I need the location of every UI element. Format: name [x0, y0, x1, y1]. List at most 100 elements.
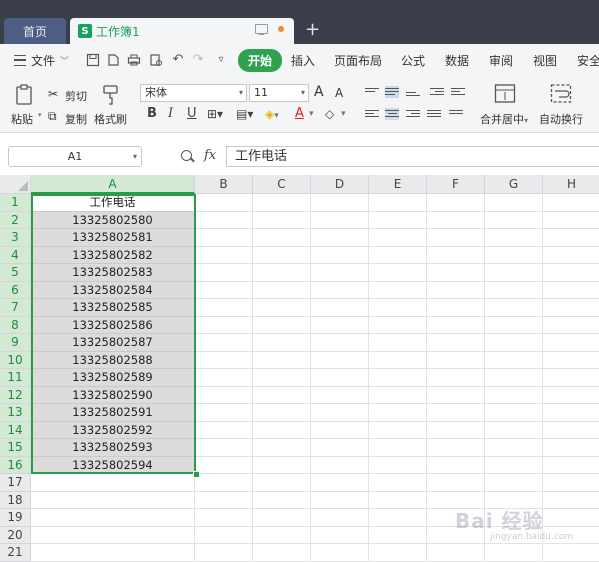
- cell-empty[interactable]: [369, 509, 427, 527]
- cell-empty[interactable]: [311, 526, 369, 544]
- cell-empty[interactable]: [195, 404, 253, 422]
- fx-icon[interactable]: fx: [204, 148, 216, 163]
- cell-phone-number[interactable]: 13325802582: [31, 246, 195, 264]
- cell-phone-number[interactable]: 13325802592: [31, 421, 195, 439]
- spreadsheet-grid[interactable]: A B C D E F G H 1 工作电话 2 13325802580 3 13325802581 4 13…: [0, 175, 599, 562]
- cell-empty[interactable]: [369, 229, 427, 247]
- menu-review[interactable]: 审阅: [489, 44, 513, 76]
- cell-phone-number[interactable]: 13325802584: [31, 281, 195, 299]
- cell-empty[interactable]: [369, 439, 427, 457]
- border-icon[interactable]: ⊞▾: [207, 106, 223, 122]
- cell-empty[interactable]: [195, 369, 253, 387]
- cell-empty[interactable]: [369, 281, 427, 299]
- cell-phone-number[interactable]: 13325802588: [31, 351, 195, 369]
- row-header[interactable]: 14: [0, 421, 31, 439]
- cell-empty[interactable]: [485, 439, 543, 457]
- row-header[interactable]: 9: [0, 334, 31, 352]
- row-header[interactable]: 12: [0, 386, 31, 404]
- cell-empty[interactable]: [543, 229, 599, 247]
- cell-phone-number[interactable]: 13325802587: [31, 334, 195, 352]
- cell-empty[interactable]: [543, 509, 599, 527]
- cell-empty[interactable]: [311, 369, 369, 387]
- cell-empty[interactable]: [427, 246, 485, 264]
- formula-input[interactable]: 工作电话: [226, 146, 599, 167]
- redo-icon[interactable]: ↷: [191, 53, 205, 67]
- decrease-indent-icon[interactable]: [430, 86, 444, 98]
- cell-empty[interactable]: [195, 544, 253, 562]
- cell-empty[interactable]: [195, 491, 253, 509]
- cell-empty[interactable]: [543, 212, 599, 229]
- cell-empty[interactable]: [485, 474, 543, 492]
- cell-empty[interactable]: [485, 281, 543, 299]
- cell-empty[interactable]: [369, 456, 427, 474]
- cell-empty[interactable]: [369, 316, 427, 334]
- row-header[interactable]: 6: [0, 281, 31, 299]
- menu-formulas[interactable]: 公式: [401, 44, 425, 76]
- cell-phone-number[interactable]: 13325802586: [31, 316, 195, 334]
- align-left-icon[interactable]: [365, 108, 379, 120]
- row-header[interactable]: 21: [0, 544, 31, 562]
- increase-indent-icon[interactable]: [451, 86, 465, 98]
- cell-empty[interactable]: [253, 281, 311, 299]
- new-tab-icon[interactable]: +: [305, 20, 320, 40]
- row-header[interactable]: 13: [0, 404, 31, 422]
- cell-empty[interactable]: [543, 457, 599, 474]
- merge-center-icon[interactable]: [494, 83, 516, 105]
- cell-phone-number[interactable]: 13325802589: [31, 369, 195, 387]
- cell-phone-number[interactable]: 13325802593: [31, 439, 195, 457]
- cell-empty[interactable]: [195, 281, 253, 299]
- menu-security[interactable]: 安全: [577, 44, 599, 76]
- row-header[interactable]: 18: [0, 491, 31, 509]
- zoom-icon[interactable]: [181, 150, 192, 161]
- font-family-select[interactable]: 宋体 ▾: [140, 84, 247, 102]
- cell-empty[interactable]: [253, 264, 311, 282]
- cell-empty[interactable]: [427, 229, 485, 247]
- cell-phone-number[interactable]: 13325802583: [31, 264, 195, 282]
- row-header[interactable]: 10: [0, 351, 31, 369]
- cell-empty[interactable]: [427, 544, 485, 562]
- cell-empty[interactable]: [195, 211, 253, 229]
- cell-empty[interactable]: [543, 439, 599, 457]
- cell-empty[interactable]: [427, 316, 485, 334]
- cell-empty[interactable]: [311, 509, 369, 527]
- cell-empty[interactable]: [485, 404, 543, 422]
- decrease-font-icon[interactable]: A: [335, 86, 343, 100]
- cell-empty[interactable]: [195, 474, 253, 492]
- chevron-down-icon[interactable]: ▾: [341, 106, 346, 122]
- row-header[interactable]: 1: [0, 194, 31, 212]
- align-right-icon[interactable]: [406, 108, 420, 120]
- cell-empty[interactable]: [195, 316, 253, 334]
- cell-empty[interactable]: [195, 526, 253, 544]
- cell-empty[interactable]: [311, 404, 369, 422]
- cell-empty[interactable]: [31, 491, 195, 509]
- cell-empty[interactable]: [195, 194, 253, 212]
- fill-pattern-icon[interactable]: ▤▾: [236, 106, 253, 122]
- print-icon[interactable]: [127, 53, 141, 67]
- tab-workbook[interactable]: S 工作簿1: [70, 18, 294, 44]
- cell-empty[interactable]: [485, 299, 543, 317]
- cell-empty[interactable]: [253, 474, 311, 492]
- row-header[interactable]: 20: [0, 526, 31, 544]
- cell-empty[interactable]: [195, 229, 253, 247]
- cell-empty[interactable]: [543, 264, 599, 282]
- cell-empty[interactable]: [311, 194, 369, 212]
- file-menu[interactable]: 文件 ﹀: [14, 44, 69, 76]
- cell-empty[interactable]: [543, 387, 599, 404]
- cell-empty[interactable]: [369, 211, 427, 229]
- wrap-text-icon[interactable]: [550, 83, 572, 105]
- column-header-d[interactable]: D: [311, 175, 369, 194]
- cell-phone-number[interactable]: 13325802580: [31, 211, 195, 229]
- cell-empty[interactable]: [543, 317, 599, 334]
- cell-empty[interactable]: [311, 281, 369, 299]
- row-header[interactable]: 15: [0, 439, 31, 457]
- cell-phone-number[interactable]: 13325802590: [31, 386, 195, 404]
- cell-empty[interactable]: [427, 386, 485, 404]
- cell-empty[interactable]: [253, 544, 311, 562]
- align-bottom-icon[interactable]: [406, 86, 420, 98]
- cell-phone-number[interactable]: 13325802591: [31, 404, 195, 422]
- name-box[interactable]: A1 ▾: [8, 146, 142, 167]
- row-header[interactable]: 5: [0, 264, 31, 282]
- chevron-down-icon[interactable]: ▾: [309, 106, 314, 122]
- cell-empty[interactable]: [253, 211, 311, 229]
- monitor-icon[interactable]: [255, 24, 268, 35]
